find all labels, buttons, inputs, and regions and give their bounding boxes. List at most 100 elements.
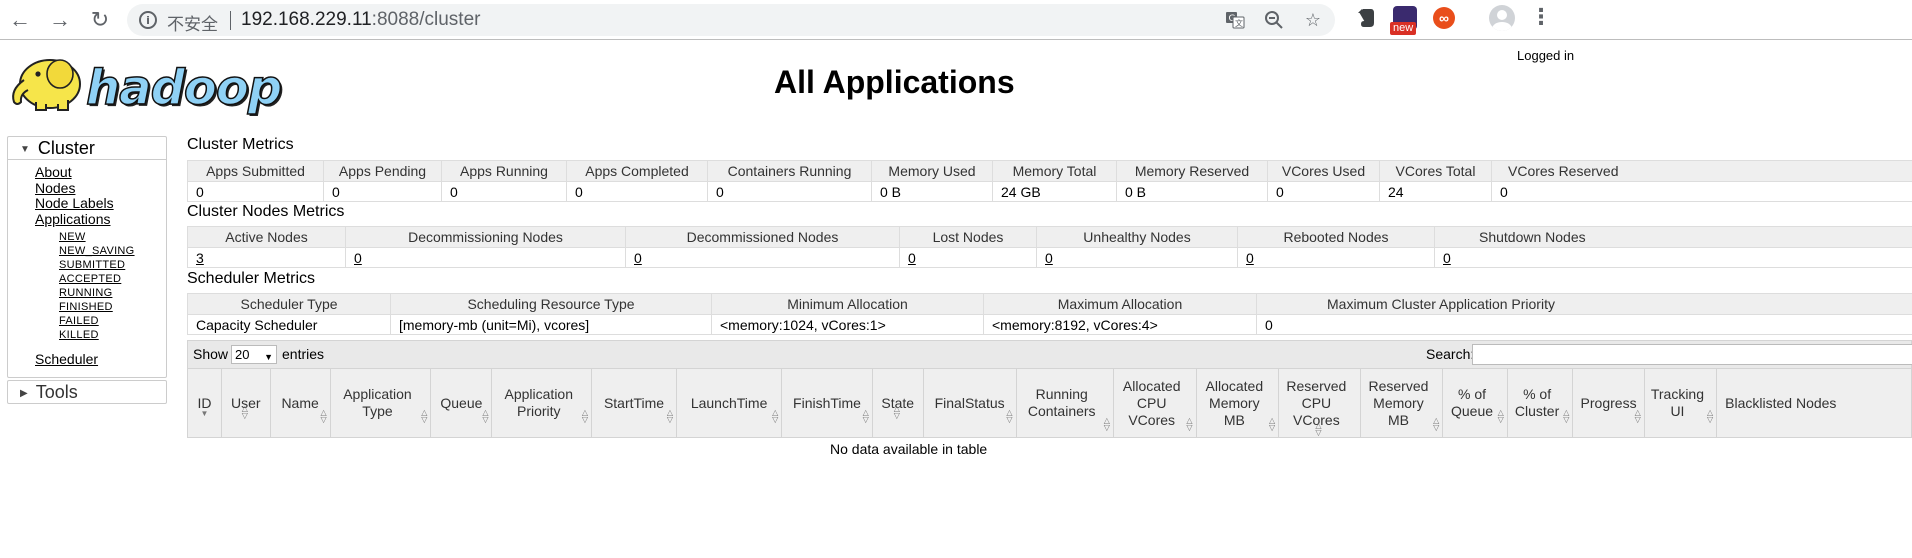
node-metrics-title: Cluster Nodes Metrics xyxy=(187,203,345,220)
scheduler-metrics-header-row: Scheduler Type Scheduling Resource Type … xyxy=(187,293,1912,315)
bookmark-star-icon[interactable]: ☆ xyxy=(1303,10,1323,30)
column-header-percent-of-queue[interactable]: % of Queue △ ▽ xyxy=(1442,368,1508,438)
column-header-id[interactable]: ID ▼ xyxy=(187,368,222,438)
column-header-application-priority[interactable]: Application Priority △ ▽ xyxy=(491,368,593,438)
zoom-icon[interactable] xyxy=(1264,10,1284,30)
nav-state-new[interactable]: NEW xyxy=(59,231,86,243)
lost-nodes-link[interactable]: 0 xyxy=(908,250,916,266)
column-label: Reserved Memory MB xyxy=(1368,377,1429,428)
nav-state-killed[interactable]: KILLED xyxy=(59,329,99,341)
column-label: FinalStatus xyxy=(934,394,1005,411)
nav-link-node-labels[interactable]: Node Labels xyxy=(35,195,114,211)
browser-toolbar: ← → ↻ i 不安全 192.168.229.11:8088/cluster … xyxy=(0,0,1912,40)
column-header-user[interactable]: User △ ▽ xyxy=(220,368,271,438)
sort-icon: △ ▽ xyxy=(772,408,779,424)
empty-table-message: No data available in table xyxy=(830,441,988,457)
sort-icon: △ ▽ xyxy=(862,408,869,424)
nav-state-accepted[interactable]: ACCEPTED xyxy=(59,273,121,285)
cluster-metrics-value-row: 0 0 0 0 0 0 B 24 GB 0 B 0 24 0 xyxy=(187,181,1912,202)
sort-icon: △ ▽ xyxy=(421,408,428,424)
tools-nav-header[interactable]: ▶ Tools xyxy=(8,381,166,404)
header-cell: Scheduler Type xyxy=(187,293,391,315)
entries-select-value: 20 xyxy=(235,347,250,362)
nav-link-nodes[interactable]: Nodes xyxy=(35,180,75,196)
nav-link-about[interactable]: About xyxy=(35,164,72,180)
sort-icon: △ ▽ xyxy=(1268,416,1276,432)
infinity-extension-icon[interactable]: ∞ xyxy=(1433,7,1455,29)
forward-arrow-icon[interactable]: → xyxy=(46,6,74,34)
column-label: Tracking UI xyxy=(1650,386,1705,419)
url-text[interactable]: 192.168.229.11:8088/cluster xyxy=(241,9,480,31)
unhealthy-nodes-link[interactable]: 0 xyxy=(1045,250,1053,266)
back-arrow-icon[interactable]: ← xyxy=(6,6,34,34)
column-header-start-time[interactable]: StartTime △ ▽ xyxy=(591,368,677,438)
column-header-name[interactable]: Name △ ▽ xyxy=(269,368,331,438)
scheduler-metrics-title: Scheduler Metrics xyxy=(187,270,316,287)
column-header-queue[interactable]: Queue △ ▽ xyxy=(430,368,493,438)
nav-link-applications[interactable]: Applications xyxy=(35,211,111,227)
sort-icon: △ ▽ xyxy=(1497,408,1504,424)
column-header-percent-of-cluster[interactable]: % of Cluster △ ▽ xyxy=(1506,368,1574,438)
column-header-launch-time[interactable]: LaunchTime △ ▽ xyxy=(675,368,783,438)
nav-state-running[interactable]: RUNNING xyxy=(59,287,112,299)
column-label: % of Cluster xyxy=(1514,386,1560,419)
value-cell: 0 B xyxy=(871,181,993,202)
column-header-finish-time[interactable]: FinishTime △ ▽ xyxy=(781,368,873,438)
decommissioning-nodes-link[interactable]: 0 xyxy=(354,250,362,266)
node-metrics-table: Active Nodes Decommissioning Nodes Decom… xyxy=(187,226,1912,268)
info-icon[interactable]: i xyxy=(139,11,157,29)
header-cell: Active Nodes xyxy=(187,226,346,248)
cluster-nav-panel: ▼ Cluster About Nodes Node Labels Applica… xyxy=(7,136,167,378)
column-header-state[interactable]: State △ ▽ xyxy=(871,368,924,438)
evernote-extension-icon[interactable] xyxy=(1354,6,1378,30)
node-metrics-header-row: Active Nodes Decommissioning Nodes Decom… xyxy=(187,226,1912,248)
rebooted-nodes-link[interactable]: 0 xyxy=(1246,250,1254,266)
scheduler-metrics-value-row: Capacity Scheduler [memory-mb (unit=Mi),… xyxy=(187,314,1912,335)
column-header-reserved-cpu-vcores[interactable]: Reserved CPU VCores △ ▽ xyxy=(1278,368,1361,438)
column-header-allocated-cpu-vcores[interactable]: Allocated CPU VCores △ ▽ xyxy=(1112,368,1197,438)
entries-per-page-select[interactable]: 20 ▼ xyxy=(231,345,277,364)
value-cell: 0 xyxy=(1491,181,1912,202)
column-header-progress[interactable]: Progress △ ▽ xyxy=(1572,368,1645,438)
insecure-label: 不安全 xyxy=(167,15,218,35)
column-header-reserved-memory-mb[interactable]: Reserved Memory MB △ ▽ xyxy=(1359,368,1444,438)
column-header-tracking-ui[interactable]: Tracking UI △ ▽ xyxy=(1643,368,1718,438)
header-cell: VCores Total xyxy=(1379,160,1492,182)
hadoop-logo: hadoop hadoop xyxy=(8,50,288,118)
column-label: Queue xyxy=(440,394,483,411)
header-cell: Memory Used xyxy=(871,160,993,182)
reload-icon[interactable]: ↻ xyxy=(86,6,114,34)
active-nodes-link[interactable]: 3 xyxy=(196,250,204,266)
header-cell: Memory Total xyxy=(992,160,1117,182)
translate-icon[interactable]: G文 xyxy=(1225,10,1245,30)
column-header-application-type[interactable]: Application Type △ ▽ xyxy=(329,368,432,438)
cluster-nav-header[interactable]: ▼ Cluster xyxy=(8,137,166,160)
header-cell: Decommissioned Nodes xyxy=(625,226,900,248)
menu-kebab-icon[interactable]: ⋮ xyxy=(1530,4,1552,30)
address-divider xyxy=(230,11,231,30)
address-bar[interactable]: i 不安全 192.168.229.11:8088/cluster G文 ☆ xyxy=(127,4,1335,36)
decommissioned-nodes-link[interactable]: 0 xyxy=(634,250,642,266)
nav-link-scheduler[interactable]: Scheduler xyxy=(35,351,98,367)
nav-state-new-saving[interactable]: NEW_SAVING xyxy=(59,245,135,257)
nav-state-failed[interactable]: FAILED xyxy=(59,315,99,327)
column-header-running-containers[interactable]: Running Containers △ ▽ xyxy=(1015,368,1114,438)
header-cell: Decommissioning Nodes xyxy=(345,226,626,248)
column-header-final-status[interactable]: FinalStatus △ ▽ xyxy=(922,368,1017,438)
column-header-blacklisted-nodes[interactable]: Blacklisted Nodes xyxy=(1716,368,1912,438)
profile-avatar-icon[interactable] xyxy=(1489,5,1515,31)
shutdown-nodes-link[interactable]: 0 xyxy=(1443,250,1451,266)
entries-label: entries xyxy=(282,346,325,362)
column-label: % of Queue xyxy=(1450,386,1494,419)
header-cell: Maximum Allocation xyxy=(983,293,1257,315)
nav-state-submitted[interactable]: SUBMITTED xyxy=(59,259,125,271)
nav-state-finished[interactable]: FINISHED xyxy=(59,301,113,313)
sort-icon: △ ▽ xyxy=(1707,408,1714,424)
value-cell: 0 xyxy=(1036,247,1238,268)
svg-text:文: 文 xyxy=(1235,18,1243,28)
search-input[interactable] xyxy=(1472,344,1912,365)
value-cell: <memory:8192, vCores:4> xyxy=(983,314,1257,335)
tools-nav-panel: ▶ Tools xyxy=(7,380,167,404)
value-cell: 0 xyxy=(566,181,708,202)
column-header-allocated-memory-mb[interactable]: Allocated Memory MB △ ▽ xyxy=(1195,368,1280,438)
